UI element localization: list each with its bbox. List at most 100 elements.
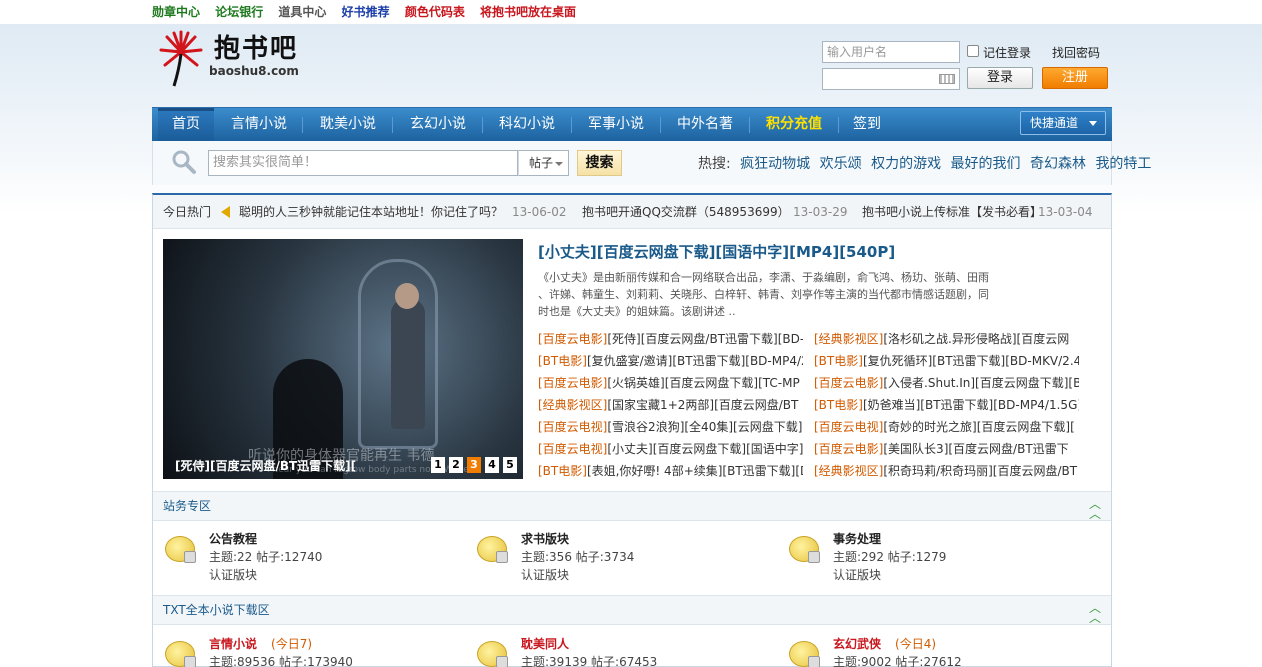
caret-down-icon bbox=[1089, 121, 1097, 126]
link-text: [奶爸难当][BT迅雷下载][BD-MP4/1.5G][ bbox=[862, 398, 1079, 412]
nav-military[interactable]: 军事小说 bbox=[574, 108, 658, 142]
ticker-item[interactable]: 抱书吧开通QQ交流群（548953699） bbox=[582, 195, 790, 229]
forum-name[interactable]: 求书版块 bbox=[521, 530, 569, 547]
forum-icon bbox=[165, 641, 196, 667]
list-item[interactable]: [百度云电视][小丈夫][百度云网盘下载][国语中字] bbox=[538, 441, 803, 457]
nav-divider bbox=[838, 117, 839, 133]
nav-checkin[interactable]: 签到 bbox=[841, 108, 893, 142]
forum-stats: 主题:89536 帖子:173940 bbox=[209, 655, 353, 667]
forgot-password-link[interactable]: 找回密码 bbox=[1052, 44, 1100, 61]
nav-classics[interactable]: 中外名著 bbox=[663, 108, 747, 142]
caret-down-icon bbox=[555, 162, 563, 166]
search-scope-select[interactable]: 帖子 bbox=[518, 150, 569, 176]
forum-today-count: (今日7) bbox=[271, 637, 313, 651]
list-item[interactable]: [百度云电影][美国队长3][百度云网盘/BT迅雷下 bbox=[814, 441, 1079, 457]
nav-danmei[interactable]: 耽美小说 bbox=[306, 108, 390, 142]
nav-points[interactable]: 积分充值 bbox=[752, 108, 836, 142]
list-item[interactable]: [百度云电影][入侵者.Shut.In][百度云网盘下载][BD- bbox=[814, 375, 1079, 391]
ticker-date: 13-03-04 bbox=[1038, 205, 1093, 219]
forum-name[interactable]: 耽美同人 bbox=[521, 635, 569, 652]
nav-divider bbox=[571, 117, 572, 133]
hot-keyword[interactable]: 奇幻森林 bbox=[1030, 156, 1086, 172]
keyboard-icon[interactable] bbox=[939, 74, 955, 84]
top-link-bank[interactable]: 论坛银行 bbox=[215, 5, 263, 19]
top-link-recommend[interactable]: 好书推荐 bbox=[342, 5, 390, 19]
forum-item[interactable]: 玄幻武侠 (今日4) 主题:9002 帖子:27612 bbox=[789, 635, 1089, 667]
remember-checkbox[interactable] bbox=[967, 45, 979, 57]
list-item[interactable]: [BT电影][表姐,你好嘢! 4部+续集][BT迅雷下载][D bbox=[538, 463, 803, 479]
collapse-icon[interactable]: ︿ ︿ bbox=[1089, 498, 1101, 520]
forum-name[interactable]: 公告教程 bbox=[209, 530, 257, 547]
nav-divider bbox=[660, 117, 661, 133]
forum-item[interactable]: 事务处理 主题:292 帖子:1279 认证版块 bbox=[789, 530, 1089, 586]
nav-romance[interactable]: 言情小说 bbox=[218, 108, 300, 142]
forum-name-text: 耽美同人 bbox=[521, 637, 570, 651]
link-tag: [百度云电视] bbox=[814, 420, 884, 434]
nav-fantasy[interactable]: 玄幻小说 bbox=[396, 108, 480, 142]
forum-stats: 主题:292 帖子:1279 bbox=[833, 550, 947, 564]
forum-name[interactable]: 玄幻武侠 (今日4) bbox=[833, 635, 936, 652]
link-tag: [BT电影] bbox=[538, 354, 587, 368]
forum-item[interactable]: 耽美同人 主题:39139 帖子:67453 bbox=[477, 635, 777, 667]
nav-divider bbox=[392, 117, 393, 133]
list-item[interactable]: [BT电影][复仇盛宴/邀请][BT迅雷下载][BD-MP4/2. bbox=[538, 353, 803, 369]
hot-keyword[interactable]: 权力的游戏 bbox=[871, 156, 941, 172]
ticker-item[interactable]: 抱书吧小说上传标准【发书必看】 bbox=[862, 195, 1042, 229]
top-link-medals[interactable]: 勋章中心 bbox=[152, 5, 200, 19]
nav-home[interactable]: 首页 bbox=[158, 108, 214, 142]
top-link-desktop[interactable]: 将抱书吧放在桌面 bbox=[480, 5, 576, 19]
slide-page-2[interactable]: 2 bbox=[449, 457, 463, 473]
hot-ticker: 今日热门 聪明的人三秒钟就能记住本站地址！你记住了吗？ 13-06-02 抱书吧… bbox=[153, 195, 1111, 229]
top-link-colors[interactable]: 颜色代码表 bbox=[405, 5, 465, 19]
slide-caption[interactable]: [死侍][百度云网盘/BT迅雷下载][ bbox=[175, 457, 356, 474]
featured-slideshow[interactable]: 听说你的身体器官能再生 韦德 I hear you can regrow bod… bbox=[163, 239, 523, 479]
slide-page-4[interactable]: 4 bbox=[485, 457, 499, 473]
link-tag: [BT电影] bbox=[814, 398, 863, 412]
hot-keyword[interactable]: 欢乐颂 bbox=[820, 156, 862, 172]
hot-keyword[interactable]: 最好的我们 bbox=[951, 156, 1021, 172]
forum-item[interactable]: 公告教程 主题:22 帖子:12740 认证版块 bbox=[165, 530, 465, 586]
list-item[interactable]: [经典影视区][积奇玛莉/积奇玛丽][百度云网盘/BT bbox=[814, 463, 1079, 479]
hot-search-list: 热搜: 疯狂动物城 欢乐颂 权力的游戏 最好的我们 奇幻森林 我的特工 bbox=[698, 153, 1151, 173]
search-input[interactable]: 搜索其实很简单！ bbox=[208, 150, 518, 176]
login-button[interactable]: 登录 bbox=[967, 67, 1033, 89]
link-text: [洛杉矶之战.异形侵略战][百度云网 bbox=[883, 332, 1070, 346]
nav-divider bbox=[302, 117, 303, 133]
link-text: [积奇玛莉/积奇玛丽][百度云网盘/BT bbox=[883, 464, 1078, 478]
ticker-item[interactable]: 聪明的人三秒钟就能记住本站地址！你记住了吗？ bbox=[239, 195, 503, 229]
collapse-icon[interactable]: ︿ ︿ bbox=[1089, 602, 1101, 624]
password-input[interactable] bbox=[822, 68, 960, 90]
nav-scifi[interactable]: 科幻小说 bbox=[485, 108, 569, 142]
section-header-txt: TXT全本小说下载区 ︿ ︿ bbox=[153, 595, 1111, 625]
list-item[interactable]: [经典影视区][洛杉矶之战.异形侵略战][百度云网 bbox=[814, 331, 1079, 347]
top-link-items[interactable]: 道具中心 bbox=[278, 5, 326, 19]
hot-keyword[interactable]: 我的特工 bbox=[1095, 156, 1151, 172]
featured-title[interactable]: [小丈夫][百度云网盘下载][国语中字][MP4][540P] bbox=[538, 241, 895, 262]
list-item[interactable]: [百度云电影][死侍][百度云网盘/BT迅雷下载][BD- bbox=[538, 331, 803, 347]
hot-keyword[interactable]: 疯狂动物城 bbox=[740, 156, 810, 172]
forum-item[interactable]: 言情小说 (今日7) 主题:89536 帖子:173940 bbox=[165, 635, 465, 667]
site-logo[interactable]: 抱书吧 baoshu8.com bbox=[156, 30, 306, 88]
list-item[interactable]: [百度云电影][火锅英雄][百度云网盘下载][TC-MP bbox=[538, 375, 803, 391]
list-item[interactable]: [经典影视区][国家宝藏1+2两部][百度云网盘/BT bbox=[538, 397, 803, 413]
forum-item[interactable]: 求书版块 主题:356 帖子:3734 认证版块 bbox=[477, 530, 777, 586]
list-item[interactable]: [百度云电视][雪浪谷2浪狗][全40集][云网盘下载][ bbox=[538, 419, 803, 435]
slide-page-5[interactable]: 5 bbox=[503, 457, 517, 473]
search-button[interactable]: 搜索 bbox=[577, 150, 622, 176]
link-text: [入侵者.Shut.In][百度云网盘下载][BD- bbox=[883, 376, 1079, 390]
link-text: [美国队长3][百度云网盘/BT迅雷下 bbox=[883, 442, 1069, 456]
list-item[interactable]: [百度云电视][奇妙的时光之旅][百度云网盘下载][ bbox=[814, 419, 1079, 435]
forum-name[interactable]: 事务处理 bbox=[833, 530, 881, 547]
forum-name[interactable]: 言情小说 (今日7) bbox=[209, 635, 312, 652]
logo-name: 抱书吧 bbox=[214, 34, 299, 64]
slide-page-3[interactable]: 3 bbox=[467, 457, 481, 473]
nav-divider bbox=[749, 117, 750, 133]
register-button[interactable]: 注册 bbox=[1042, 67, 1108, 89]
slide-page-1[interactable]: 1 bbox=[431, 457, 445, 473]
list-item[interactable]: [BT电影][奶爸难当][BT迅雷下载][BD-MP4/1.5G][ bbox=[814, 397, 1079, 413]
dandelion-logo-icon bbox=[159, 30, 203, 87]
username-input[interactable]: 输入用户名 bbox=[822, 41, 960, 63]
list-item[interactable]: [BT电影][复仇死循环][BT迅雷下载][BD-MKV/2.45 bbox=[814, 353, 1079, 369]
quick-access-dropdown[interactable]: 快捷通道 bbox=[1020, 111, 1106, 135]
link-text: [复仇死循环][BT迅雷下载][BD-MKV/2.45 bbox=[862, 354, 1079, 368]
